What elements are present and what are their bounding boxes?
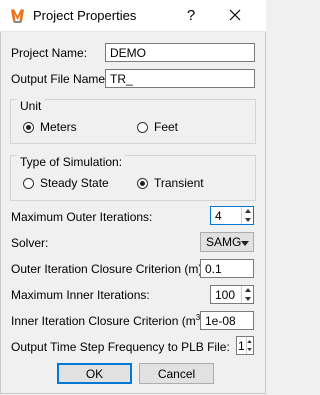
unit-group-title: Unit [17,99,45,113]
radio-transient[interactable]: Transient [137,176,204,190]
radio-transient-label: Transient [154,176,204,190]
plb-frequency-value: 1 [238,339,245,353]
radio-meters-label: Meters [40,120,77,134]
title-bar: Project Properties ? [0,0,266,32]
dialog-body: Project Name: Output File Name: Unit Met… [0,32,266,394]
max-inner-iterations-value: 100 [215,288,236,302]
radio-meters-indicator [23,121,34,133]
project-name-label: Project Name: [11,46,88,60]
spin-down-icon[interactable] [242,295,253,304]
spin-up-icon[interactable] [247,337,253,346]
close-icon [229,9,241,21]
radio-steady-state-label: Steady State [40,176,109,190]
radio-feet-label: Feet [154,120,179,134]
spin-up-icon[interactable] [242,207,253,216]
inner-closure-criterion-label: Inner Iteration Closure Criterion (m3): [11,313,208,329]
radio-feet[interactable]: Feet [137,120,178,134]
outer-closure-criterion-input[interactable] [200,259,254,278]
close-button[interactable] [220,0,250,31]
ok-button[interactable]: OK [57,363,132,384]
cancel-button[interactable]: Cancel [139,363,214,384]
max-outer-iterations-value: 4 [215,209,222,223]
radio-steady-state-indicator [23,177,34,189]
simulation-group-title: Type of Simulation: [17,155,126,169]
output-file-input[interactable] [105,69,255,88]
solver-label: Solver: [11,236,49,250]
plb-frequency-label: Output Time Step Frequency to PLB File: [11,340,230,354]
radio-transient-indicator [137,177,148,189]
radio-meters[interactable]: Meters [23,120,77,134]
project-name-input[interactable] [105,43,255,62]
simulation-group: Type of Simulation: Steady State Transie… [10,155,256,201]
spin-down-icon[interactable] [247,346,253,355]
max-outer-iterations-spinbox[interactable]: 4 [210,206,254,225]
spin-up-icon[interactable] [242,286,253,295]
unit-group: Unit Meters Feet [10,99,256,144]
output-file-label: Output File Name: [11,72,109,86]
plb-frequency-spinbox[interactable]: 1 [236,336,254,355]
solver-value: SAMG [206,235,242,249]
max-outer-iterations-label: Maximum Outer Iterations: [11,210,153,224]
radio-steady-state[interactable]: Steady State [23,176,109,190]
outer-closure-criterion-label: Outer Iteration Closure Criterion (m): [11,262,206,276]
max-inner-iterations-spinbox[interactable]: 100 [210,285,254,304]
max-inner-iterations-label: Maximum Inner Iterations: [11,288,150,302]
window-title: Project Properties [33,8,137,23]
spin-down-icon[interactable] [242,216,253,225]
solver-dropdown[interactable]: SAMG [200,232,254,252]
app-logo-icon [9,7,26,24]
inner-closure-criterion-input[interactable] [200,311,254,330]
help-button[interactable]: ? [176,0,206,31]
chevron-down-icon [241,235,250,249]
radio-feet-indicator [137,121,148,133]
